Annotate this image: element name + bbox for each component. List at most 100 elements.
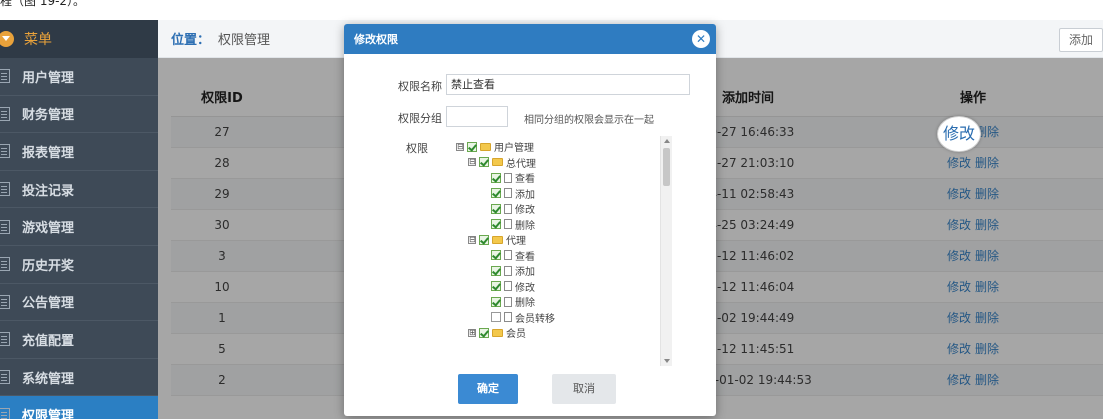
location-label: 位置： — [171, 33, 211, 48]
scroll-up-icon[interactable] — [664, 139, 670, 143]
sidebar-item[interactable]: 公告管理 — [0, 284, 158, 322]
tree-node[interactable]: 修改 — [480, 202, 535, 216]
sidebar-items: 用户管理财务管理报表管理投注记录游戏管理历史开奖公告管理充值配置系统管理权限管理 — [0, 58, 158, 419]
document-icon — [504, 172, 512, 183]
dialog-title: 修改权限 — [354, 33, 398, 46]
cancel-button[interactable]: 取消 — [552, 374, 616, 404]
sidebar-item[interactable]: 投注记录 — [0, 171, 158, 209]
tree-node[interactable]: 删除 — [480, 218, 535, 232]
list-icon — [0, 257, 10, 272]
document-icon — [504, 265, 512, 276]
sidebar-item-label: 游戏管理 — [22, 221, 75, 237]
list-icon — [0, 69, 10, 84]
tree-checkbox[interactable] — [467, 141, 477, 152]
document-icon — [504, 296, 512, 307]
sidebar-item[interactable]: 历史开奖 — [0, 246, 158, 284]
tree-node[interactable]: ⊞ 会员 — [468, 326, 526, 340]
tree-node-label: 用户管理 — [494, 143, 534, 154]
tree-node-label: 删除 — [515, 220, 535, 232]
tree-checkbox[interactable] — [491, 203, 501, 214]
scroll-thumb[interactable] — [663, 148, 670, 186]
tree-checkbox[interactable] — [491, 265, 501, 276]
tree-node-label: 查看 — [515, 251, 535, 263]
sidebar-item-label: 报表管理 — [22, 145, 75, 161]
location-value: 权限管理 — [218, 33, 271, 48]
sidebar-item-label: 财务管理 — [22, 108, 75, 124]
list-icon — [0, 332, 10, 347]
close-icon[interactable]: ✕ — [692, 30, 710, 48]
sidebar: 菜单 用户管理 财务管理 报表管理 投注记录 游戏管理 历史开奖 公告管理 充值配置 系统管理权… — [0, 20, 158, 419]
tree-node-label: 查看 — [515, 174, 535, 185]
tree-toggle-icon[interactable]: ⊟ — [468, 235, 476, 244]
list-icon — [0, 407, 10, 419]
tree-checkbox[interactable] — [479, 327, 489, 338]
name-input[interactable]: 禁止查看 — [446, 74, 690, 95]
tree-checkbox[interactable] — [491, 219, 501, 229]
tree-node[interactable]: 添加 — [480, 187, 535, 201]
tree-node[interactable]: 查看 — [480, 249, 535, 263]
tree-node[interactable]: 修改 — [480, 280, 535, 294]
tree-node[interactable]: ⊟ 总代理 — [468, 156, 536, 170]
sidebar-item[interactable]: 财务管理 — [0, 96, 158, 134]
sidebar-item[interactable]: 充值配置 — [0, 321, 158, 359]
document-icon — [504, 203, 512, 214]
folder-icon — [492, 158, 503, 166]
tree-node-label: 修改 — [515, 205, 535, 216]
dialog-header: 修改权限 ✕ — [344, 24, 716, 54]
tree-node[interactable]: ⊟ 代理 — [468, 233, 526, 247]
confirm-button[interactable]: 确定 — [458, 374, 518, 404]
menu-toggle-icon[interactable] — [0, 31, 14, 47]
document-icon — [504, 281, 512, 291]
tree-node-label: 添加 — [515, 267, 535, 278]
list-icon — [0, 294, 10, 309]
tree-checkbox[interactable] — [479, 234, 489, 245]
tree-node-label: 修改 — [515, 282, 535, 294]
group-hint: 相同分组的权限会显示在一起 — [524, 115, 654, 126]
permission-label: 权限 — [406, 142, 428, 155]
sidebar-item-label: 公告管理 — [22, 296, 75, 312]
group-label: 权限分组 — [398, 112, 442, 125]
tree-checkbox[interactable] — [491, 281, 501, 291]
tree-checkbox[interactable] — [491, 312, 501, 322]
list-icon — [0, 219, 10, 234]
tree-checkbox[interactable] — [491, 250, 501, 260]
tree-toggle-icon[interactable]: ⊟ — [468, 158, 476, 166]
scroll-down-icon[interactable] — [664, 359, 670, 363]
tree-checkbox[interactable] — [491, 172, 501, 183]
sidebar-item[interactable]: 权限管理 — [0, 396, 158, 419]
tree-node[interactable]: 查看 — [480, 171, 535, 185]
tree-node-label: 删除 — [515, 298, 535, 309]
tree-checkbox[interactable] — [491, 188, 501, 198]
sidebar-item-label: 权限管理 — [22, 409, 75, 419]
caption-text: 程（图 19-2）。 — [0, 0, 1103, 20]
tree-checkbox[interactable] — [491, 296, 501, 307]
tree-checkbox[interactable] — [479, 157, 489, 167]
tree-node[interactable]: 会员转移 — [480, 311, 555, 325]
tree-toggle-icon[interactable]: ⊞ — [468, 328, 476, 337]
tree-node[interactable]: 添加 — [480, 264, 535, 278]
tree-node[interactable]: 删除 — [480, 295, 535, 309]
tree-node[interactable]: ⊟ 用户管理 — [456, 140, 534, 154]
tree-node-label: 会员 — [506, 329, 526, 340]
sidebar-item[interactable]: 系统管理 — [0, 359, 158, 397]
tree-scrollbar[interactable] — [660, 136, 672, 366]
name-label: 权限名称 — [398, 80, 442, 93]
sidebar-item-label: 投注记录 — [22, 183, 75, 199]
folder-icon — [492, 235, 503, 244]
tree-toggle-icon[interactable]: ⊟ — [456, 142, 464, 151]
folder-icon — [480, 142, 491, 151]
tree-node-label: 代理 — [506, 236, 526, 247]
sidebar-item[interactable]: 游戏管理 — [0, 208, 158, 246]
permission-tree[interactable]: ⊟ 用户管理 ⊟ 总代理 查看 添加 修改 删除 ⊟ 代理 查看 添加 修改 删除 会员转移 ⊞ 会员 — [456, 136, 671, 366]
group-input[interactable] — [446, 106, 508, 127]
add-button[interactable]: 添加 — [1059, 28, 1103, 52]
tree-node-label: 添加 — [515, 189, 535, 201]
magnified-edit-callout: 修改 — [937, 116, 981, 152]
sidebar-item[interactable]: 报表管理 — [0, 133, 158, 171]
sidebar-item-label: 充值配置 — [22, 333, 75, 349]
document-icon — [504, 312, 512, 322]
tree-node-label: 总代理 — [506, 158, 536, 170]
sidebar-item[interactable]: 用户管理 — [0, 58, 158, 96]
tree-node-label: 会员转移 — [515, 313, 555, 325]
document-icon — [504, 250, 512, 260]
